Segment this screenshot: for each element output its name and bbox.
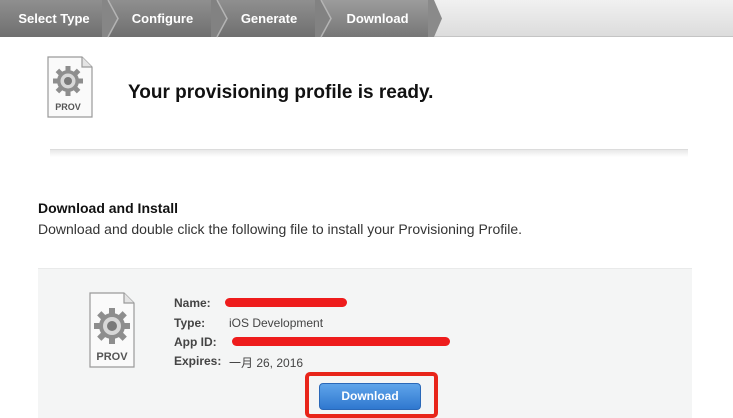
prov-icon-label: PROV (96, 351, 128, 363)
app-id-redaction-mark (232, 337, 450, 346)
download-button[interactable]: Download (319, 383, 421, 410)
type-label: Type: (174, 316, 206, 330)
step-progress-bar: Select Type Configure Generate Download (0, 0, 733, 38)
header-divider (50, 149, 688, 157)
section-description: Download and double click the following … (38, 221, 523, 237)
provisioning-profile-page: Select Type Configure Generate Download (0, 0, 733, 418)
step-download[interactable]: Download (321, 0, 434, 37)
step-configure[interactable]: Configure (108, 0, 217, 37)
step-select-type[interactable]: Select Type (0, 0, 108, 37)
name-redaction-mark (225, 298, 347, 307)
prov-document-icon: PROV (89, 292, 135, 368)
step-separator-icon (315, 0, 332, 38)
section-title: Download and Install (38, 200, 179, 216)
expires-label: Expires: (174, 354, 222, 368)
expires-value: 一月 26, 2016 (229, 356, 304, 370)
step-separator-icon (211, 0, 228, 38)
step-separator-icon (102, 0, 119, 38)
type-value: iOS Development (229, 316, 324, 330)
app-id-label: App ID: (174, 335, 217, 349)
prov-document-icon: PROV (47, 56, 93, 118)
step-end-arrow-icon (428, 0, 442, 37)
prov-icon-label: PROV (55, 102, 81, 112)
page-title: Your provisioning profile is ready. (128, 82, 434, 103)
name-label: Name: (174, 296, 211, 310)
step-generate[interactable]: Generate (217, 0, 321, 37)
